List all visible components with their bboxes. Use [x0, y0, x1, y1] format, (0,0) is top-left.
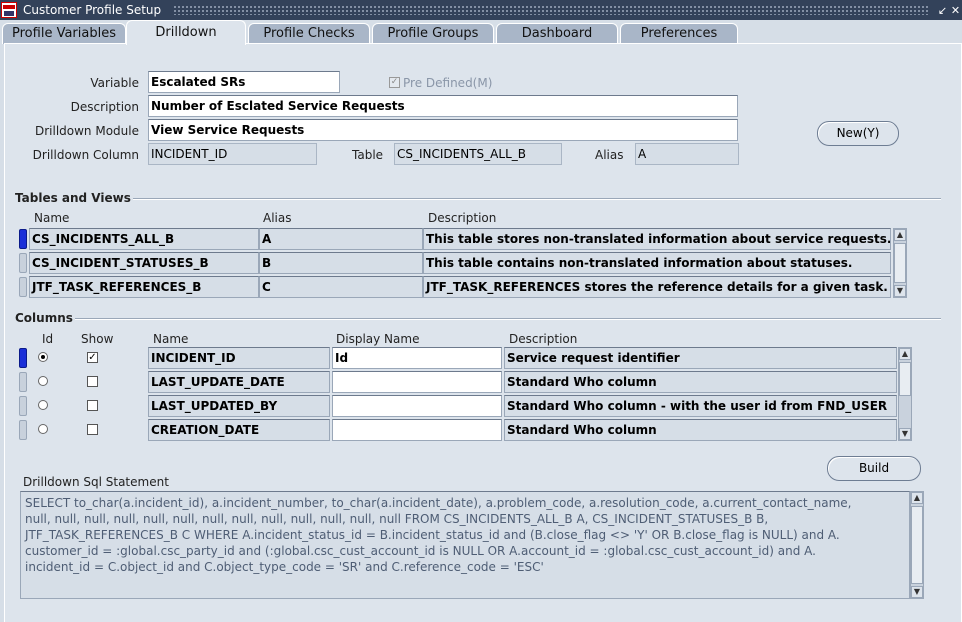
predefined-label: Pre Defined(M)	[403, 76, 493, 90]
table-row-alias[interactable]: C	[259, 276, 423, 298]
sql-scrollbar[interactable]: ▲ ▼	[910, 491, 924, 599]
column-row-name[interactable]: INCIDENT_ID	[148, 347, 330, 369]
column-row-description[interactable]: Standard Who column - with the user id f…	[504, 395, 897, 417]
sql-line: customer_id = :global.csc_party_id and (…	[25, 544, 816, 558]
column-row-display-name[interactable]	[332, 419, 502, 441]
table-row-alias[interactable]: B	[259, 252, 423, 274]
columns-title: Columns	[15, 311, 73, 325]
table-row-description[interactable]: This table contains non-translated infor…	[423, 252, 891, 274]
row-indicator[interactable]	[19, 277, 27, 297]
tab-dashboard-groups[interactable]: Dashboard Groups	[496, 23, 618, 60]
build-button[interactable]: Build	[827, 456, 921, 481]
table-row-description[interactable]: This table stores non-translated informa…	[423, 228, 891, 250]
scroll-up-icon[interactable]: ▲	[899, 348, 911, 360]
variable-field[interactable]: Escalated SRs	[148, 71, 340, 93]
tab-profile-checks[interactable]: Profile Checks	[248, 23, 370, 44]
row-indicator[interactable]	[19, 396, 27, 416]
tables-col-description: Description	[428, 211, 497, 225]
window-title: Customer Profile Setup	[23, 3, 162, 17]
column-row-description[interactable]: Standard Who column	[504, 371, 897, 393]
sql-statement-field[interactable]: SELECT to_char(a.incident_id), a.inciden…	[20, 491, 910, 599]
column-row-display-name[interactable]	[332, 371, 502, 393]
scroll-down-icon[interactable]: ▼	[894, 285, 906, 297]
table-row-description[interactable]: JTF_TASK_REFERENCES stores the reference…	[423, 276, 891, 298]
row-indicator[interactable]	[19, 253, 27, 273]
sql-label: Drilldown Sql Statement	[23, 475, 169, 489]
id-radio[interactable]	[38, 424, 48, 434]
variable-label: Variable	[90, 76, 139, 90]
column-row-description[interactable]: Standard Who column	[504, 419, 897, 441]
table-label: Table	[352, 148, 384, 162]
close-icon[interactable]: ✕	[949, 4, 962, 17]
tables-col-name: Name	[34, 211, 70, 225]
columns-col-name: Name	[153, 332, 189, 346]
show-checkbox[interactable]: ✓	[87, 352, 98, 363]
title-bar: Customer Profile Setup ↙ ✕	[0, 0, 962, 20]
alias-label: Alias	[595, 148, 624, 162]
row-indicator[interactable]	[19, 420, 27, 440]
predefined-checkbox: ✓	[389, 77, 400, 88]
section-divider	[75, 318, 941, 320]
minimize-icon[interactable]: ↙	[936, 4, 949, 17]
show-checkbox[interactable]	[87, 400, 98, 411]
tab-drilldown[interactable]: Drilldown	[126, 20, 246, 45]
drilldown-column-label: Drilldown Column	[32, 148, 139, 162]
tab-profile-groups[interactable]: Profile Groups	[372, 23, 494, 44]
scroll-down-icon[interactable]: ▼	[911, 586, 923, 598]
drilldown-panel: Variable Escalated SRs ✓ Pre Defined(M) …	[4, 43, 962, 622]
table-row-name[interactable]: CS_INCIDENTS_ALL_B	[29, 228, 259, 250]
column-row-display-name[interactable]	[332, 395, 502, 417]
columns-col-description: Description	[509, 332, 578, 346]
drilldown-module-label: Drilldown Module	[34, 124, 139, 138]
tables-scrollbar[interactable]: ▲ ▼	[893, 228, 907, 298]
column-row-description[interactable]: Service request identifier	[504, 347, 897, 369]
id-radio[interactable]	[38, 376, 48, 386]
scroll-thumb[interactable]	[899, 362, 911, 396]
scroll-up-icon[interactable]: ▲	[894, 229, 906, 241]
tab-preferences[interactable]: Preferences	[620, 23, 738, 44]
tab-strip: Profile Variables Drilldown Profile Chec…	[0, 20, 962, 60]
column-row-name[interactable]: CREATION_DATE	[148, 419, 330, 441]
table-row-alias[interactable]: A	[259, 228, 423, 250]
section-divider	[133, 198, 941, 200]
scroll-thumb[interactable]	[894, 243, 906, 283]
tables-views-title: Tables and Views	[15, 191, 131, 205]
scroll-down-icon[interactable]: ▼	[899, 428, 911, 440]
drilldown-column-field[interactable]: INCIDENT_ID	[148, 143, 317, 165]
title-bar-grip	[173, 5, 928, 15]
sql-line: SELECT to_char(a.incident_id), a.inciden…	[25, 496, 852, 510]
columns-col-id: Id	[42, 332, 54, 346]
show-checkbox[interactable]	[87, 424, 98, 435]
description-field[interactable]: Number of Esclated Service Requests	[148, 95, 738, 117]
table-row-name[interactable]: JTF_TASK_REFERENCES_B	[29, 276, 259, 298]
row-indicator[interactable]	[19, 348, 27, 368]
scroll-up-icon[interactable]: ▲	[911, 492, 923, 504]
alias-field[interactable]: A	[635, 143, 739, 165]
column-row-name[interactable]: LAST_UPDATED_BY	[148, 395, 330, 417]
show-checkbox[interactable]	[87, 376, 98, 387]
scroll-thumb[interactable]	[911, 506, 923, 584]
columns-scrollbar[interactable]: ▲ ▼	[898, 347, 912, 441]
tables-col-alias: Alias	[263, 211, 292, 225]
id-radio[interactable]	[38, 352, 48, 362]
column-row-name[interactable]: LAST_UPDATE_DATE	[148, 371, 330, 393]
sql-line: null, null, null, null, null, null, null…	[25, 512, 769, 526]
columns-col-show: Show	[81, 332, 114, 346]
drilldown-module-field[interactable]: View Service Requests	[148, 119, 738, 141]
row-indicator[interactable]	[19, 372, 27, 392]
id-radio[interactable]	[38, 400, 48, 410]
columns-col-display-name: Display Name	[336, 332, 420, 346]
row-indicator[interactable]	[19, 229, 27, 249]
sql-line: incident_id = C.object_id and C.object_t…	[25, 560, 544, 574]
description-label: Description	[70, 100, 139, 114]
column-row-display-name[interactable]: Id	[332, 347, 502, 369]
new-button[interactable]: New(Y)	[817, 121, 899, 146]
table-row-name[interactable]: CS_INCIDENT_STATUSES_B	[29, 252, 259, 274]
tab-profile-variables[interactable]: Profile Variables	[2, 23, 126, 44]
sql-line: JTF_TASK_REFERENCES_B C WHERE A.incident…	[25, 528, 840, 542]
oracle-app-icon	[1, 2, 17, 18]
table-field[interactable]: CS_INCIDENTS_ALL_B	[394, 143, 562, 165]
